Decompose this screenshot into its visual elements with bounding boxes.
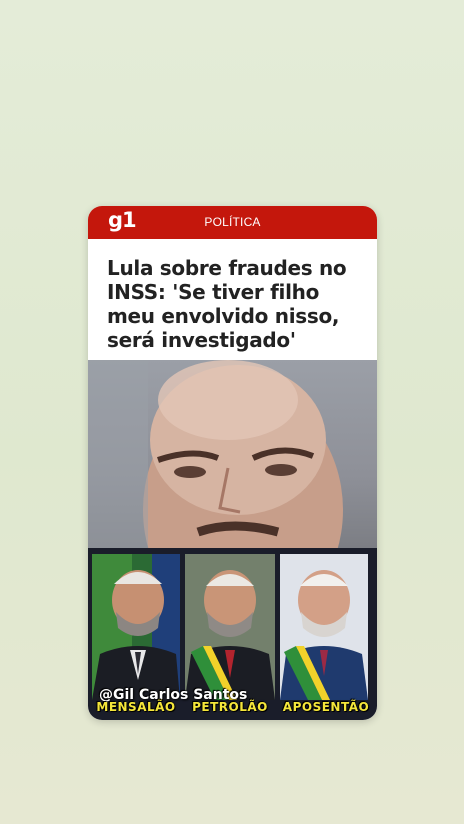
section-label: POLÍTICA [204,215,261,229]
lula-collage: @Gil Carlos Santos MENSALÃO PETROLÃO APO… [88,548,377,720]
video-frame[interactable] [88,360,377,552]
portrait-mensalao [92,554,180,700]
man-face-image [88,360,343,552]
caption-mensalao: MENSALÃO [96,700,176,714]
card-header: g1 POLÍTICA [88,206,377,239]
caption-aposentao: APOSENTÃO [282,700,370,714]
article-headline[interactable]: Lula sobre fraudes no INSS: 'Se tiver fi… [107,256,369,352]
caption-petrolao: PETROLÃO [192,700,268,714]
portrait-aposentao [280,554,368,700]
news-card[interactable]: g1 POLÍTICA Lula sobre fraudes no INSS: … [88,206,377,720]
portrait-petrolao [185,554,275,700]
